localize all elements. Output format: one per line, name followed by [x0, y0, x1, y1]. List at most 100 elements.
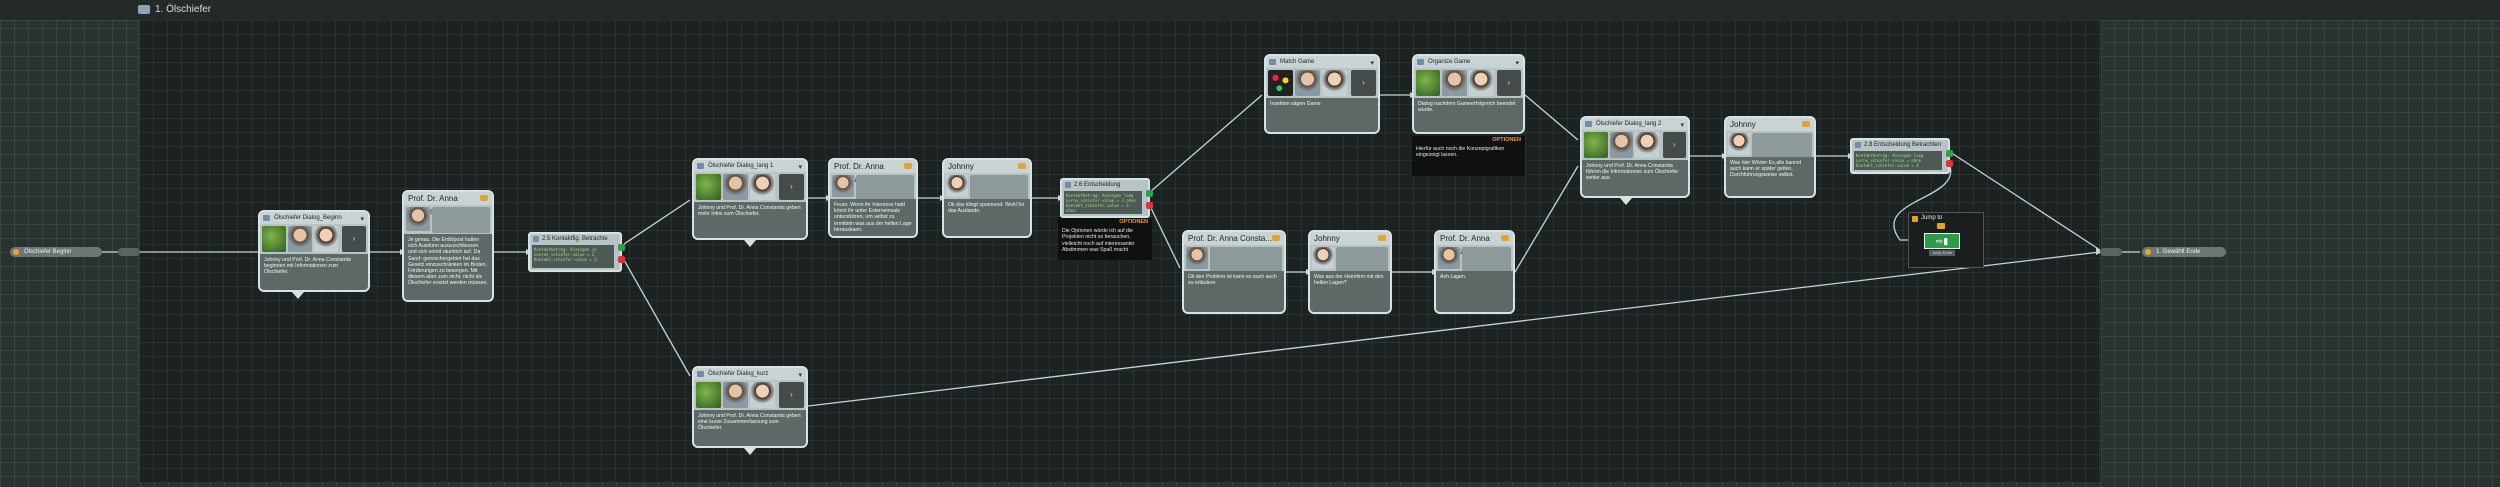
- jump-icon: [1912, 216, 1918, 222]
- image-thumbnail: [262, 226, 286, 252]
- avatar: [1468, 70, 1493, 96]
- node-text: Insekten sägen Game: [1266, 98, 1378, 132]
- chevron-down-icon[interactable]: ▾: [798, 162, 802, 172]
- node-text: Feuer. Wenn ihr Interesse habt könnt ihr…: [830, 199, 916, 236]
- image-thumbnail: [1416, 70, 1441, 96]
- dialogue-fragment-anna[interactable]: Prof. Dr. Anna Consta... Feuer. Wenn ihr…: [828, 158, 918, 238]
- dialog-icon: [697, 163, 704, 169]
- end-connector[interactable]: [2100, 248, 2122, 256]
- avatar: [314, 226, 338, 252]
- false-output-pin[interactable]: [1946, 160, 1953, 167]
- start-pin[interactable]: Ölschiefer Beginn: [10, 247, 102, 257]
- end-pin-label: 1. Gewählt Ende: [2156, 249, 2201, 255]
- chevron-down-icon[interactable]: ▾: [1680, 120, 1684, 130]
- speech-tail: [292, 292, 304, 299]
- false-output-pin[interactable]: [1146, 202, 1153, 209]
- speech-tail: [744, 448, 756, 455]
- dialogue-fragment-anna[interactable]: Prof. Dr. Anna Consta... Ach Lagen.: [1434, 230, 1515, 314]
- jump-node[interactable]: Jump to ⇨▮ Jump Ende: [1908, 212, 1984, 268]
- arrow-right-icon[interactable]: ›: [779, 174, 804, 200]
- chevron-down-icon[interactable]: ▾: [798, 370, 802, 380]
- jump-target-icon: [1937, 223, 1945, 229]
- speaker-badge-icon: [904, 163, 912, 169]
- condition-node[interactable]: 2.5 Kontaktfig. Betrachte Ende Kontaktbe…: [528, 232, 625, 272]
- chevron-down-icon[interactable]: ▾: [1515, 58, 1519, 68]
- speaker-name: Prof. Dr. Anna Consta...: [1188, 234, 1273, 243]
- image-slot: [970, 175, 1028, 201]
- end-pin[interactable]: 1. Gewählt Ende: [2142, 247, 2226, 257]
- note-tag: OPTIONEN: [1492, 137, 1521, 143]
- avatar: [288, 226, 312, 252]
- organize-game-node[interactable]: Organize Game ▾ › Dialog nachdem Gameerfo…: [1412, 54, 1525, 134]
- dialogue-fragment-johnny[interactable]: Johnny Was aus der Heimfirm mit den hell…: [1308, 230, 1392, 314]
- dialog-icon: [697, 371, 704, 377]
- node-header: Ölschiefer Dialog_kurz: [708, 371, 769, 377]
- dialog-node-lang-2[interactable]: Ölschiefer Dialog_lang 2 ▾ › Johnny und P…: [1580, 116, 1690, 198]
- dialogue-fragment-anna[interactable]: Prof. Dr. Anna Consta... Je genau. Die E…: [402, 190, 494, 302]
- note-text: Hierfür auch noch die Konzeptgrafiken ei…: [1416, 146, 1505, 159]
- chevron-down-icon[interactable]: ▾: [1370, 58, 1374, 68]
- true-output-pin[interactable]: [1146, 190, 1153, 197]
- arrow-right-icon[interactable]: ›: [1351, 70, 1376, 96]
- speech-tail: [744, 240, 756, 247]
- node-header: Organize Game: [1428, 59, 1471, 65]
- node-text: Dialog nachdem Gameerfolgreich beendet w…: [1414, 98, 1523, 132]
- start-connector[interactable]: [118, 248, 140, 256]
- speaker-name: Johnny: [1730, 120, 1756, 129]
- avatar: [1728, 133, 1750, 155]
- node-header: Ölschiefer Dialog_lang 1: [708, 163, 774, 169]
- image-slot: [432, 207, 490, 233]
- arrow-right-icon[interactable]: ›: [1496, 70, 1521, 96]
- dialog-node-begin[interactable]: Ölschiefer Dialog_Beginn ▾ › Johnny und P…: [258, 210, 370, 292]
- condition-node[interactable]: 2.6 Entscheidung Betrachten lang Kontakt…: [1060, 178, 1153, 218]
- dialog-icon: [1585, 121, 1592, 127]
- condition-icon: [1855, 142, 1861, 148]
- exit-sign-icon: ⇨▮: [1924, 233, 1960, 249]
- node-header: Ölschiefer Dialog_lang 2: [1596, 121, 1662, 127]
- condition-code: Kontaktbetrag: Anzeigen lang Lerne_schie…: [1854, 151, 1942, 170]
- node-header: Ölschiefer Dialog_Beginn: [274, 215, 342, 221]
- node-text: Gil den Problem ist kann es auch auch zu…: [1184, 271, 1284, 312]
- image-slot: [1462, 247, 1511, 273]
- arrow-right-icon[interactable]: ›: [1662, 132, 1686, 158]
- avatar: [1186, 247, 1208, 269]
- node-text: Ok das klingt spannend. Wohl für das Aus…: [944, 199, 1030, 236]
- avatar: [946, 175, 968, 197]
- dialogue-fragment-anna[interactable]: Prof. Dr. Anna Consta... Gil den Problem…: [1182, 230, 1286, 314]
- jump-label: Jump Ende: [1929, 250, 1955, 256]
- dialogue-fragment-johnny[interactable]: Johnny Was hier Wörter Ex,alle kannst au…: [1724, 116, 1816, 198]
- condition-code: Kontaktbetrag: Anzeigen in Leeren_schief…: [532, 245, 614, 268]
- dialog-node-lang-1[interactable]: Ölschiefer Dialog_lang 1 ▾ › Johnny und P…: [692, 158, 808, 240]
- node-text: Ach Lagen.: [1436, 271, 1513, 312]
- dialog-node-kurz[interactable]: Ölschiefer Dialog_kurz ▾ › Johnny und Pro…: [692, 366, 808, 448]
- false-output-pin[interactable]: [618, 256, 625, 263]
- node-header: Match Game: [1280, 59, 1315, 65]
- annotation-note[interactable]: OPTIONEN Hierfür auch noch die Konzeptgr…: [1412, 136, 1525, 176]
- image-thumbnail: [696, 382, 721, 408]
- true-output-pin[interactable]: [618, 244, 625, 251]
- avatar: [750, 174, 775, 200]
- avatar: [723, 174, 748, 200]
- arrow-right-icon[interactable]: ›: [779, 382, 804, 408]
- annotation-note[interactable]: OPTIONEN Die Optionen würde ich auf die …: [1058, 218, 1152, 260]
- avatar: [750, 382, 775, 408]
- true-output-pin[interactable]: [1946, 150, 1953, 157]
- note-tag: OPTIONEN: [1119, 219, 1148, 225]
- game-icon: [1417, 59, 1424, 65]
- dialogue-fragment-johnny[interactable]: Johnny Ok das klingt spannend. Wohl für …: [942, 158, 1032, 238]
- speaker-name: Johnny: [948, 162, 974, 171]
- node-text: Je genau. Die Erdölpost hatten sich Ausd…: [404, 234, 492, 300]
- speaker-badge-icon: [1802, 121, 1810, 127]
- chevron-down-icon[interactable]: ▾: [360, 214, 364, 224]
- avatar: [1295, 70, 1320, 96]
- image-slot: [1210, 247, 1282, 273]
- arrow-right-icon[interactable]: ›: [342, 226, 366, 252]
- condition-icon: [533, 236, 539, 242]
- condition-node[interactable]: 2.8 Entscheidung Betrachten lang Kontakt…: [1850, 138, 1953, 174]
- avatar: [406, 207, 430, 231]
- image-thumbnail: [1268, 70, 1293, 96]
- avatar: [1322, 70, 1347, 96]
- match-game-node[interactable]: Match Game ▾ › Insekten sägen Game: [1264, 54, 1380, 134]
- node-text: Johnny und Prof. Dr. Anna Constantia geb…: [694, 202, 806, 238]
- image-thumbnail: [1584, 132, 1608, 158]
